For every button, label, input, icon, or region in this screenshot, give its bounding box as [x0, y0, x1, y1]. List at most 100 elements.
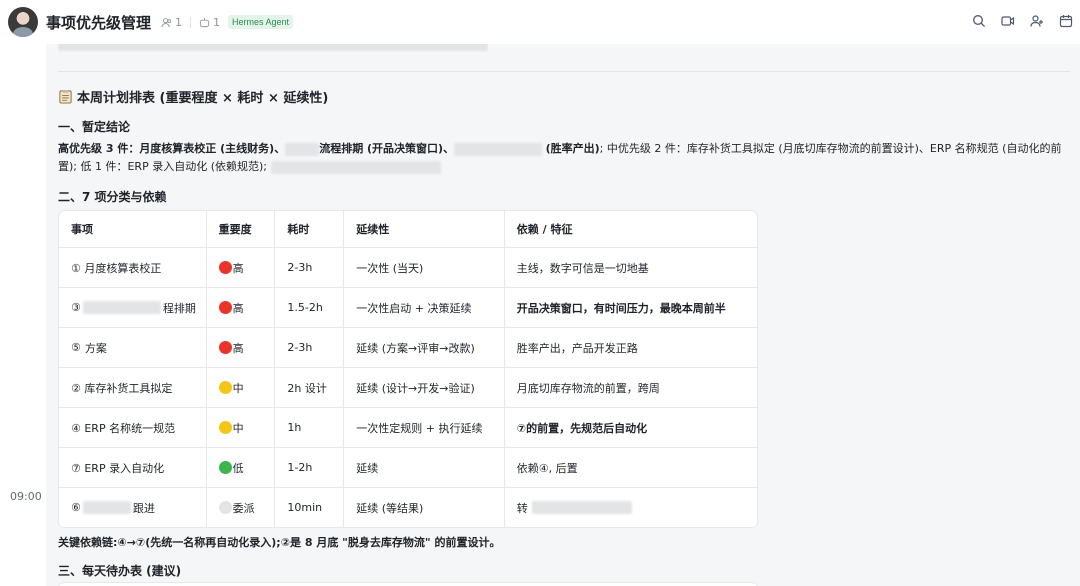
- redacted-text: [454, 142, 543, 156]
- dependency-note: 关键依赖链:④→⑦(先统一名称再自动化录入);②是 8 月底 "脱身去库存物流"…: [58, 536, 501, 549]
- calendar-icon[interactable]: [1058, 13, 1074, 29]
- table-header-cell: 重要度: [205, 211, 275, 247]
- section-divider: [58, 71, 1070, 72]
- priority-dot-icon: [218, 301, 232, 314]
- heading-conclusion: 一、暂定结论: [58, 120, 131, 134]
- table-cell-item: ③ 程排期: [59, 288, 206, 327]
- table-cell-continuity: 延续 (方案→评审→改款): [343, 328, 504, 367]
- table-cell-dependency: 主线，数字可信是一切地基: [503, 248, 757, 287]
- table-row: ② 库存补货工具拟定 中 2h 设计 延续 (设计→开发→验证) 月底切库存物流的前置，…: [59, 367, 757, 407]
- header-actions: [971, 13, 1074, 29]
- table-cell-continuity: 延续 (等结果): [343, 488, 504, 527]
- table-cell-continuity: 一次性定规则 + 执行延续: [343, 408, 504, 447]
- table-cell-time: 2-3h: [274, 248, 343, 287]
- bots-count[interactable]: 1: [213, 16, 220, 29]
- table-row: ⑤ 方案 高 2-3h 延续 (方案→评审→改款) 胜率产出，产品开发正路: [59, 327, 757, 367]
- item-name: ① 月度核算表校正: [71, 261, 162, 275]
- table-cell-level: 中: [205, 368, 275, 407]
- search-icon[interactable]: [971, 13, 987, 29]
- dependency-text: 胜率产出，产品开发正路: [516, 341, 638, 355]
- table-cell-item: ⑥ 跟进: [59, 488, 206, 527]
- table-cell-continuity: 延续: [343, 448, 504, 487]
- item-name: ⑦ ERP 录入自动化: [71, 461, 165, 475]
- table-cell-dependency: 月底切库存物流的前置，跨周: [503, 368, 757, 407]
- table-cell-level: 委派: [205, 488, 275, 527]
- table-cell-continuity: 延续 (设计→开发→验证): [343, 368, 504, 407]
- message-gutter: [0, 44, 46, 586]
- table-row: ⑥ 跟进 委派 10min 延续 (等结果) 转: [59, 487, 757, 527]
- table-row: ① 月度核算表校正 高 2-3h 一次性 (当天) 主线，数字可信是一切地基: [59, 247, 757, 287]
- heading-classify: 二、7 项分类与依赖: [58, 190, 167, 204]
- table-cell-level: 中: [205, 408, 275, 447]
- item-name: ② 库存补货工具拟定: [71, 381, 173, 395]
- table-header-cell: 延续性: [343, 211, 504, 247]
- table-cell-item: ① 月度核算表校正: [59, 248, 206, 287]
- chat-header: 事项优先级管理 1 1 Hermes Agent: [0, 0, 1080, 44]
- dependency-text: ⑦的前置，先规范后自动化: [516, 421, 648, 435]
- section-title: 本周计划排表 (重要程度 × 耗时 × 延续性): [58, 87, 328, 106]
- table-row: ③ 程排期 高 1.5-2h 一次性启动 + 决策延续 开品决策窗口，有时间压力，最晚本周…: [59, 287, 757, 327]
- conclusion-lead: 高优先级 3 件：月度核算表校正 (主线财务)、: [58, 142, 286, 155]
- dependency-text: 依赖④, 后置: [516, 461, 578, 475]
- redacted-text: [285, 142, 320, 156]
- redacted-text: [270, 160, 441, 174]
- table-row: ⑦ ERP 录入自动化 低 1-2h 延续 依赖④, 后置: [59, 447, 757, 487]
- meta-divider: [190, 16, 192, 28]
- table-header-cell: 耗时: [274, 211, 343, 247]
- item-name: 方案: [84, 341, 107, 355]
- members-icon: [161, 17, 172, 27]
- conclusion-a: 流程排期 (开品决策窗口)、: [319, 142, 455, 155]
- priority-dot-icon: [218, 341, 232, 354]
- redacted-text: [82, 301, 161, 314]
- members-count[interactable]: 1: [175, 16, 182, 29]
- priority-dot-icon: [218, 501, 232, 514]
- table-cell-level: 高: [205, 288, 275, 327]
- table-cell-item: ⑤ 方案: [59, 328, 206, 367]
- redacted-text: [531, 501, 632, 514]
- dependency-text: 月底切库存物流的前置，跨周: [516, 381, 660, 395]
- table-cell-continuity: 一次性 (当天): [343, 248, 504, 287]
- conclusion-b: (胜率产出): [545, 142, 600, 155]
- avatar[interactable]: [8, 7, 38, 37]
- table-cell-time: 1.5-2h: [274, 288, 343, 327]
- heading-daily: 三、每天待办表 (建议): [58, 564, 182, 578]
- table-cell-item: ⑦ ERP 录入自动化: [59, 448, 206, 487]
- dependency-text: 主线，数字可信是一切地基: [516, 261, 649, 275]
- table-cell-time: 2h 设计: [274, 368, 343, 407]
- table-header-row: 事项 重要度 耗时 延续性 依赖 / 特征: [59, 211, 757, 247]
- table-header-cell: 事项: [71, 223, 93, 236]
- add-member-icon[interactable]: [1029, 13, 1045, 29]
- item-index: ③: [71, 301, 81, 314]
- agent-tag: Hermes Agent: [228, 15, 294, 29]
- table-cell-time: 1-2h: [274, 448, 343, 487]
- video-icon[interactable]: [1000, 13, 1016, 29]
- level-text: 低: [232, 461, 244, 475]
- table-cell-time: 10min: [274, 488, 343, 527]
- dependency-text: 开品决策窗口，有时间压力，最晚本周前半: [516, 301, 726, 315]
- table-cell-dependency: 依赖④, 后置: [503, 448, 757, 487]
- table-cell-time: 1h: [274, 408, 343, 447]
- bot-icon: [199, 17, 210, 27]
- table-cell-dependency: 开品决策窗口，有时间压力，最晚本周前半: [503, 288, 757, 327]
- level-text: 中: [232, 381, 244, 395]
- item-index: ⑥: [71, 501, 81, 514]
- chat-title[interactable]: 事项优先级管理: [46, 12, 151, 33]
- level-text: 高: [232, 301, 244, 315]
- table-cell-dependency: 胜率产出，产品开发正路: [503, 328, 757, 367]
- item-name: ④ ERP 名称统一规范: [71, 421, 176, 435]
- table-cell-continuity: 一次性启动 + 决策延续: [343, 288, 504, 327]
- table-cell-level: 高: [205, 328, 275, 367]
- next-table-preview: [58, 582, 758, 586]
- priority-dot-icon: [218, 421, 232, 434]
- table-header-cell: 依赖 / 特征: [503, 211, 757, 247]
- table-cell-level: 低: [205, 448, 275, 487]
- redacted-text: [82, 501, 131, 514]
- clipboard-icon: [59, 89, 72, 104]
- message-content: 本周计划排表 (重要程度 × 耗时 × 延续性) 一、暂定结论 高优先级 3 件…: [46, 44, 1080, 586]
- priority-dot-icon: [218, 461, 232, 474]
- previous-text-fragment: [58, 44, 488, 52]
- level-text: 高: [232, 261, 244, 275]
- conclusion-paragraph: 高优先级 3 件：月度核算表校正 (主线财务)、 流程排期 (开品决策窗口)、 (…: [58, 140, 1070, 176]
- level-text: 高: [232, 341, 244, 355]
- priority-dot-icon: [218, 381, 232, 394]
